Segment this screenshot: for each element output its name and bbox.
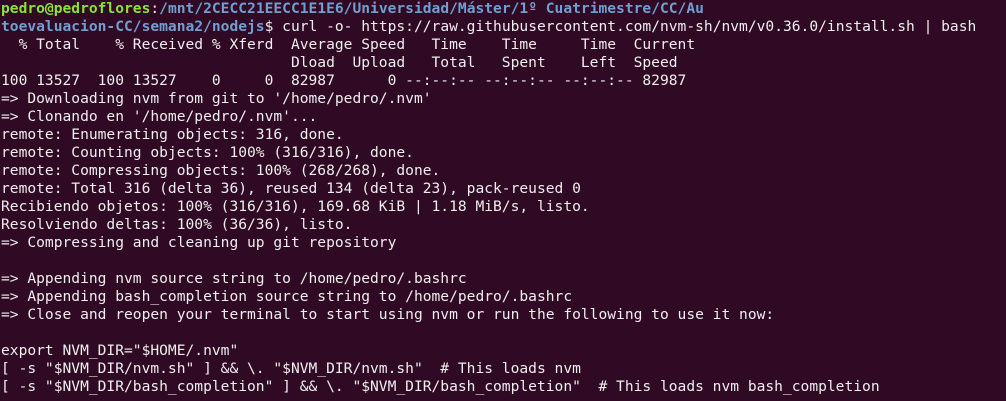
output-line: 100 13527 100 13527 0 0 82987 0 --:--:--…: [1, 72, 687, 89]
output-line: => Clonando en '/home/pedro/.nvm'...: [1, 108, 318, 125]
prompt-line-2: toevaluacion-CC/semana2/nodejs$ curl -o-…: [1, 18, 1006, 36]
terminal-window[interactable]: pedro@pedroflores:/mnt/2CECC21EECC1E1E6/…: [0, 0, 1006, 401]
output-line: Recibiendo objetos: 100% (316/316), 169.…: [1, 198, 590, 215]
output-line: export NVM_DIR="$HOME/.nvm": [1, 342, 239, 359]
output-line: [ -s "$NVM_DIR/nvm.sh" ] && \. "$NVM_DIR…: [1, 360, 581, 377]
prompt-path-part2: toevaluacion-CC/semana2/nodejs: [1, 18, 265, 35]
output-line: remote: Enumerating objects: 316, done.: [1, 126, 344, 143]
output-line: => Appending nvm source string to /home/…: [1, 270, 467, 287]
output-line: => Appending bash_completion source stri…: [1, 288, 573, 305]
output-line: remote: Compressing objects: 100% (268/2…: [1, 162, 441, 179]
output-line: remote: Total 316 (delta 36), reused 134…: [1, 180, 581, 197]
prompt-line-1: pedro@pedroflores:/mnt/2CECC21EECC1E1E6/…: [1, 0, 1006, 18]
output-line: [ -s "$NVM_DIR/bash_completion" ] && \. …: [1, 378, 880, 395]
output-line: => Close and reopen your terminal to sta…: [1, 306, 775, 323]
output-line: % Total % Received % Xferd Average Speed…: [1, 36, 696, 53]
output-line: remote: Counting objects: 100% (316/316)…: [1, 144, 414, 161]
output-line: Resolviendo deltas: 100% (36/36), listo.: [1, 216, 353, 233]
prompt-user-host: pedro@pedroflores: [1, 0, 151, 17]
output-line: => Compressing and cleaning up git repos…: [1, 234, 397, 251]
output-line: => Downloading nvm from git to '/home/pe…: [1, 90, 432, 107]
prompt-separator: :: [150, 0, 160, 17]
prompt-command: curl -o- https://raw.githubusercontent.c…: [273, 18, 977, 35]
output-line: Dload Upload Total Spent Left Speed: [1, 54, 678, 71]
prompt-path-part1: /mnt/2CECC21EECC1E1E6/Universidad/Máster…: [159, 0, 704, 17]
